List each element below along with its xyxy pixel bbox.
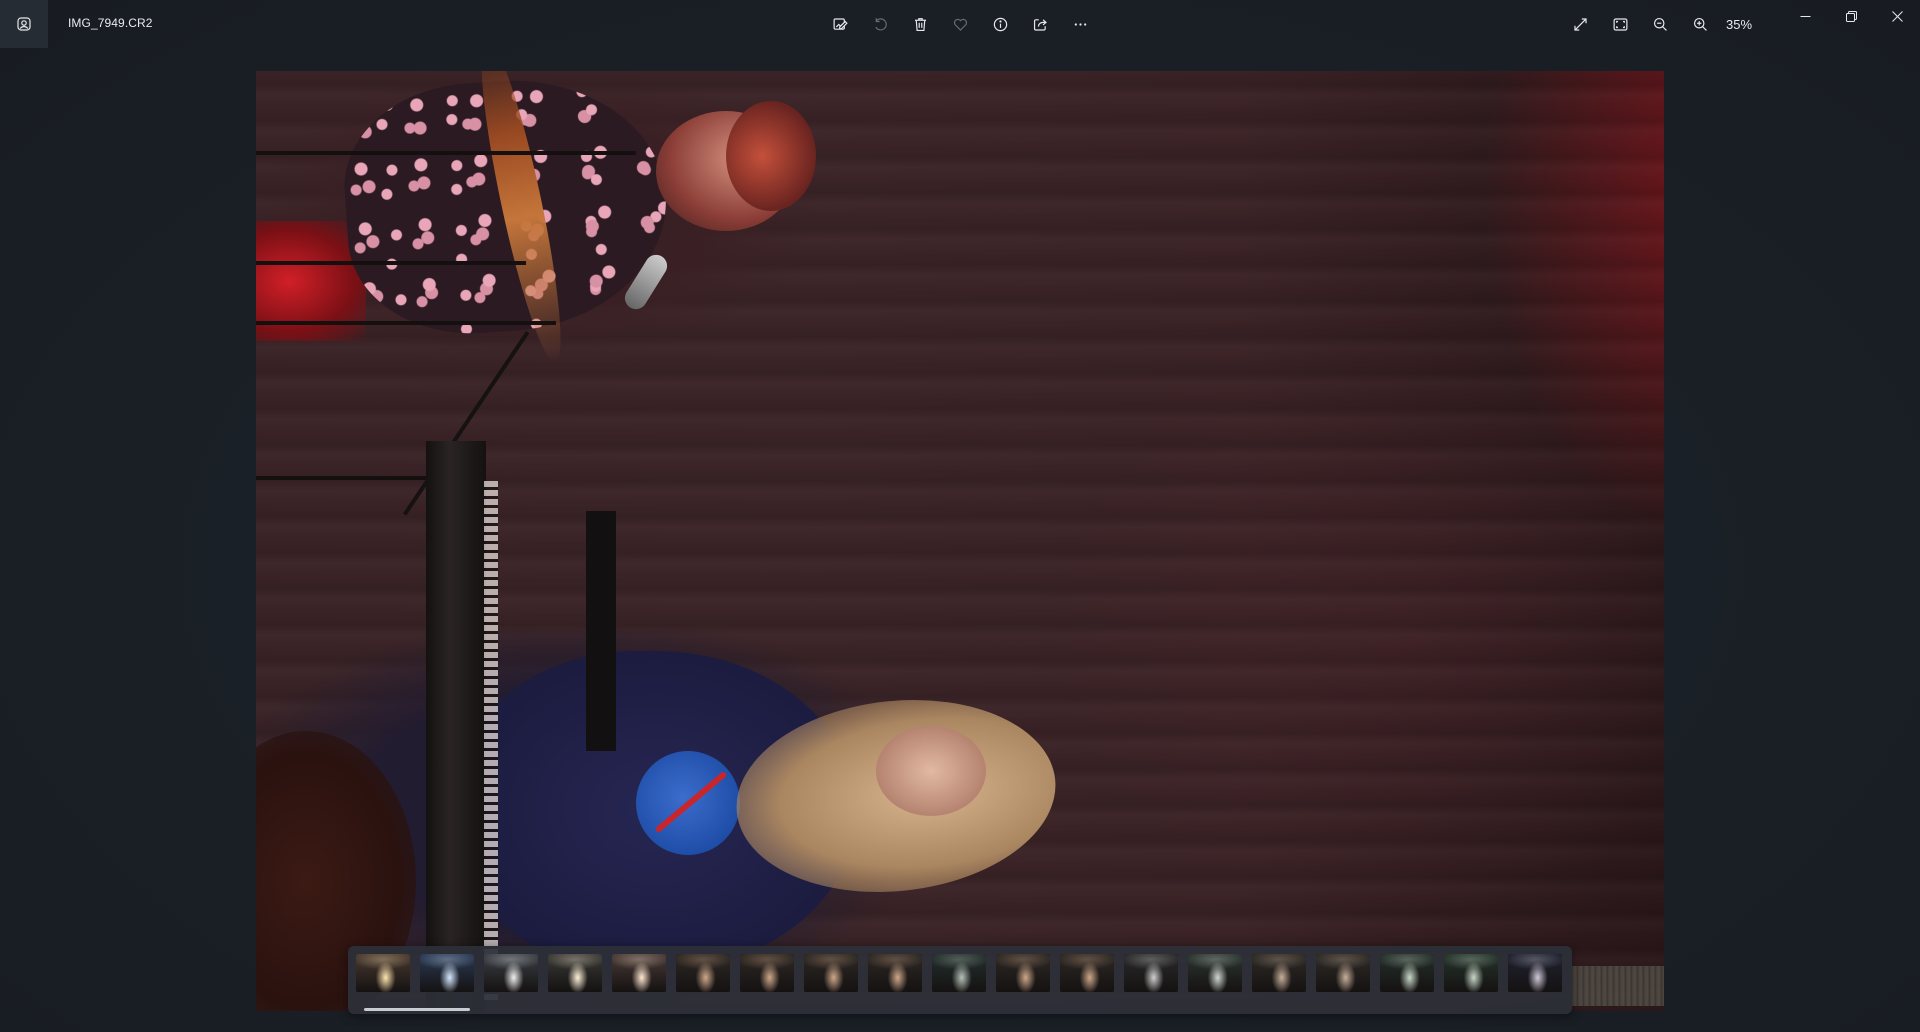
- main-photo[interactable]: [256, 71, 1664, 1011]
- filmstrip-thumbnail[interactable]: [1060, 954, 1114, 992]
- thumbnail-image: [868, 954, 922, 992]
- filmstrip-thumbnails: [356, 954, 1562, 992]
- ellipsis-icon: [1074, 22, 1086, 26]
- thumbnail-image: [676, 954, 730, 992]
- photo-keyboard: [426, 441, 498, 1011]
- restore-icon: [1845, 10, 1857, 22]
- zoom-level-indicator[interactable]: 35%: [1726, 17, 1766, 32]
- thumbnail-image: [484, 954, 538, 992]
- filmstrip-thumbnail[interactable]: [1252, 954, 1306, 992]
- filmstrip-thumbnail[interactable]: [612, 954, 666, 992]
- zoom-out-button[interactable]: [1640, 8, 1680, 40]
- filmstrip: [348, 946, 1572, 1014]
- thumbnail-image: [1252, 954, 1306, 992]
- window-controls: [1782, 0, 1920, 32]
- filmstrip-thumbnail[interactable]: [868, 954, 922, 992]
- thumbnail-image: [1380, 954, 1434, 992]
- close-button[interactable]: [1874, 0, 1920, 32]
- thumbnail-image: [420, 954, 474, 992]
- zoom-out-icon: [1653, 17, 1667, 31]
- thumbnail-image: [356, 954, 410, 992]
- heart-icon: [953, 18, 967, 31]
- full-screen-button[interactable]: [1560, 8, 1600, 40]
- delete-button[interactable]: [900, 8, 940, 40]
- close-icon: [1891, 10, 1903, 22]
- photo-keyboardist-face: [876, 726, 986, 816]
- thumbnail-image: [996, 954, 1050, 992]
- minimize-icon: [1800, 15, 1810, 17]
- filmstrip-thumbnail[interactable]: [1124, 954, 1178, 992]
- rotate-button[interactable]: [860, 8, 900, 40]
- filmstrip-selection-indicator: [364, 1008, 470, 1011]
- photo-stand-bar: [256, 261, 526, 265]
- filmstrip-thumbnail[interactable]: [1188, 954, 1242, 992]
- title-bar: IMG_7949.CR2 35%: [0, 0, 1920, 48]
- thumbnail-image: [1508, 954, 1562, 992]
- file-name-title: IMG_7949.CR2: [68, 16, 153, 30]
- info-icon: [993, 17, 1007, 31]
- filmstrip-thumbnail[interactable]: [420, 954, 474, 992]
- thumbnail-image: [1316, 954, 1370, 992]
- edit-image-icon: [833, 17, 848, 30]
- filmstrip-thumbnail[interactable]: [1380, 954, 1434, 992]
- rotate-icon: [874, 17, 887, 31]
- minimize-button[interactable]: [1782, 0, 1828, 32]
- thumbnail-image: [1060, 954, 1114, 992]
- thumbnail-image: [932, 954, 986, 992]
- photo-stand-bar: [256, 151, 636, 155]
- filmstrip-overflow-thumb: [1572, 966, 1664, 1006]
- filmstrip-thumbnail[interactable]: [804, 954, 858, 992]
- fit-window-icon: [1613, 17, 1627, 31]
- restore-button[interactable]: [1828, 0, 1874, 32]
- expand-icon: [1573, 17, 1587, 31]
- app-icon[interactable]: [0, 0, 48, 48]
- zoom-in-button[interactable]: [1680, 8, 1720, 40]
- edit-image-button[interactable]: [820, 8, 860, 40]
- fit-to-window-button[interactable]: [1600, 8, 1640, 40]
- photo-keyboard-controller: [586, 511, 616, 751]
- thumbnail-image: [1188, 954, 1242, 992]
- filmstrip-thumbnail[interactable]: [1444, 954, 1498, 992]
- photo-nasa-logo: [636, 751, 740, 855]
- filmstrip-thumbnail[interactable]: [932, 954, 986, 992]
- thumbnail-image: [740, 954, 794, 992]
- favorite-button[interactable]: [940, 8, 980, 40]
- share-icon: [1033, 18, 1047, 31]
- trash-icon: [914, 17, 926, 31]
- thumbnail-image: [1444, 954, 1498, 992]
- zoom-in-icon: [1693, 17, 1707, 31]
- thumbnail-image: [612, 954, 666, 992]
- filmstrip-thumbnail[interactable]: [548, 954, 602, 992]
- filmstrip-thumbnail[interactable]: [676, 954, 730, 992]
- image-toolbar: [820, 8, 1100, 40]
- filmstrip-thumbnail[interactable]: [356, 954, 410, 992]
- photo-drummer-hair: [726, 101, 816, 211]
- thumbnail-image: [548, 954, 602, 992]
- filmstrip-thumbnail[interactable]: [996, 954, 1050, 992]
- photos-app-icon: [17, 17, 31, 31]
- share-button[interactable]: [1020, 8, 1060, 40]
- filmstrip-thumbnail[interactable]: [1508, 954, 1562, 992]
- view-toolbar: 35%: [1560, 8, 1766, 40]
- photo-stand-bar: [256, 321, 556, 325]
- photos-app-window: IMG_7949.CR2 35%: [0, 0, 1920, 1032]
- thumbnail-image: [804, 954, 858, 992]
- filmstrip-thumbnail[interactable]: [740, 954, 794, 992]
- filmstrip-thumbnail[interactable]: [484, 954, 538, 992]
- thumbnail-image: [1124, 954, 1178, 992]
- more-options-button[interactable]: [1060, 8, 1100, 40]
- filmstrip-thumbnail[interactable]: [1316, 954, 1370, 992]
- file-info-button[interactable]: [980, 8, 1020, 40]
